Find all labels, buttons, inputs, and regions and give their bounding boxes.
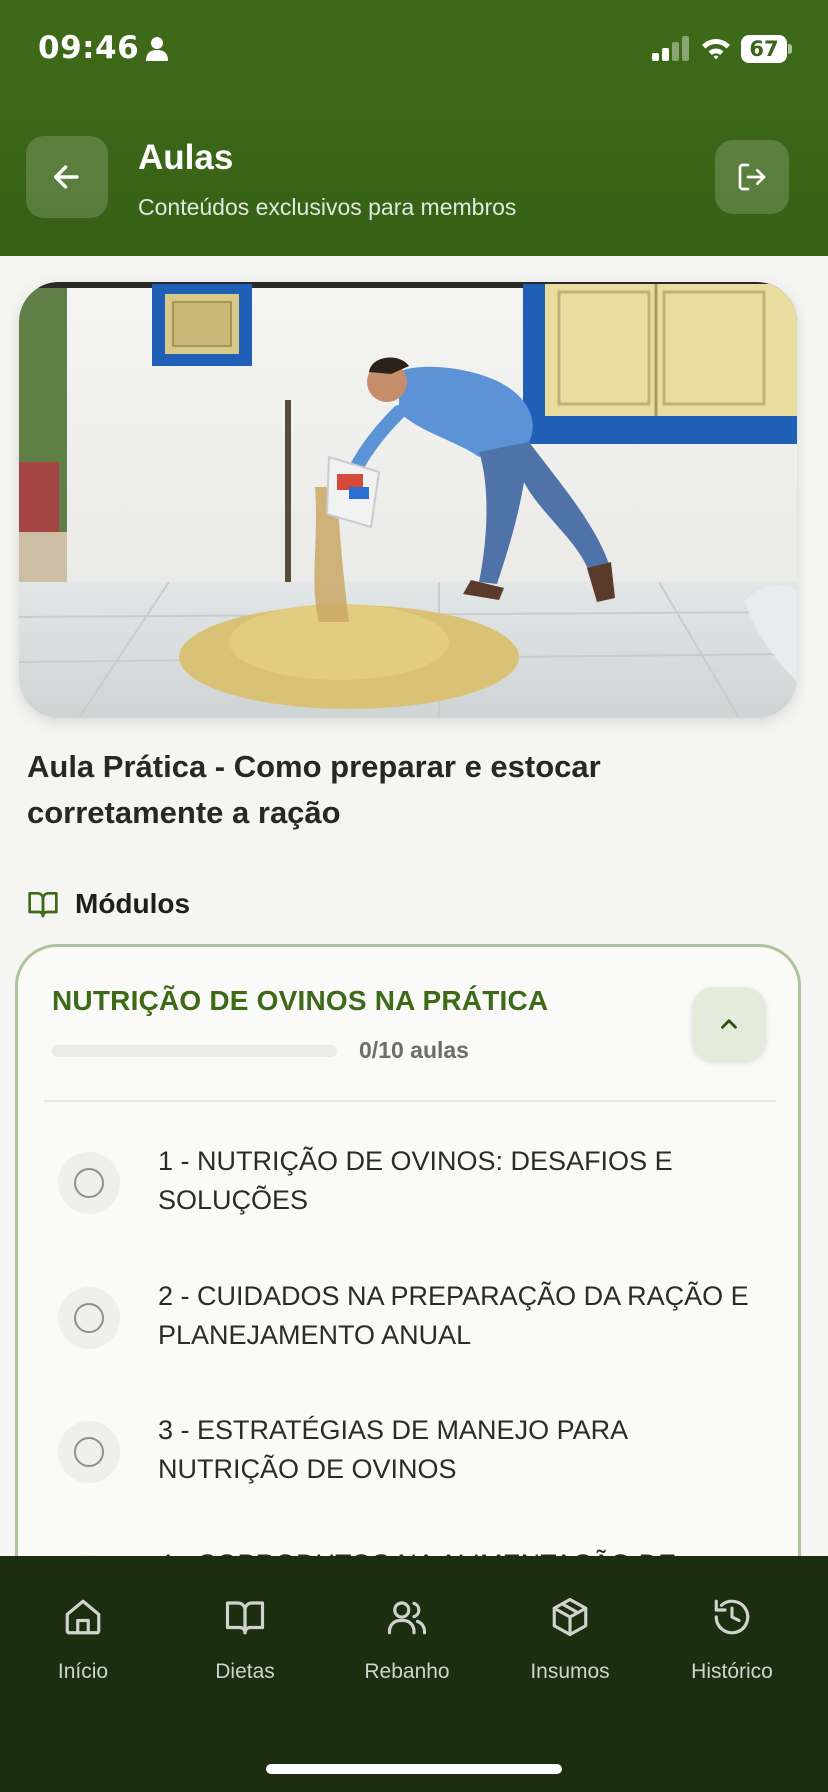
package-icon bbox=[552, 1597, 588, 1637]
collapse-module-button[interactable] bbox=[692, 987, 766, 1061]
lesson-item-label: 1 - NUTRIÇÃO DE OVINOS: DESAFIOS E SOLUÇ… bbox=[158, 1146, 673, 1215]
module-progress-bar bbox=[52, 1045, 337, 1057]
book-icon bbox=[225, 1601, 265, 1635]
lesson-photo bbox=[19, 282, 797, 718]
module-card: NUTRIÇÃO DE OVINOS NA PRÁTICA 0/10 aulas… bbox=[15, 944, 801, 1644]
home-icon bbox=[65, 1599, 101, 1635]
lesson-status-radio[interactable] bbox=[58, 1421, 120, 1483]
nav-item-inicio[interactable]: Início bbox=[8, 1596, 158, 1706]
nav-item-dietas[interactable]: Dietas bbox=[170, 1596, 320, 1706]
back-button[interactable] bbox=[26, 136, 108, 218]
nav-item-rebanho[interactable]: Rebanho bbox=[332, 1596, 482, 1706]
logout-icon bbox=[738, 163, 766, 191]
page-title: Aulas bbox=[138, 138, 234, 177]
nav-label-inicio: Início bbox=[57, 1660, 109, 1683]
page-subtitle: Conteúdos exclusivos para membros bbox=[138, 194, 517, 220]
card-divider bbox=[44, 1100, 776, 1102]
wifi-icon bbox=[702, 39, 730, 60]
status-bar: 09:46 67 bbox=[0, 0, 828, 100]
lesson-item-label: 3 - ESTRATÉGIAS DE MANEJO PARA NUTRIÇÃO … bbox=[158, 1415, 627, 1484]
cellular-signal-icon bbox=[652, 36, 689, 61]
nav-item-insumos[interactable]: Insumos bbox=[495, 1596, 645, 1706]
lesson-title: Aula Prática - Como preparar e estocar c… bbox=[27, 749, 601, 830]
battery-level: 67 bbox=[741, 35, 787, 63]
nav-label-rebanho: Rebanho bbox=[364, 1660, 450, 1683]
chevron-up-icon bbox=[721, 1019, 737, 1029]
lesson-list-item[interactable]: 3 - ESTRATÉGIAS DE MANEJO PARA NUTRIÇÃO … bbox=[58, 1411, 758, 1511]
module-title: NUTRIÇÃO DE OVINOS NA PRÁTICA bbox=[52, 985, 549, 1016]
arrow-left-icon bbox=[53, 165, 79, 189]
app-header: 09:46 67 Aulas Conteúdos exclusivos para… bbox=[0, 0, 828, 256]
nav-label-dietas: Dietas bbox=[215, 1660, 275, 1683]
battery-tip bbox=[788, 44, 792, 54]
person-icon bbox=[146, 37, 168, 61]
lesson-list-item[interactable]: 2 - CUIDADOS NA PREPARAÇÃO DA RAÇÃO E PL… bbox=[58, 1277, 758, 1377]
module-progress-label: 0/10 aulas bbox=[359, 1037, 469, 1063]
lesson-status-radio[interactable] bbox=[58, 1152, 120, 1214]
lesson-status-radio[interactable] bbox=[58, 1287, 120, 1349]
lesson-list-item[interactable]: 1 - NUTRIÇÃO DE OVINOS: DESAFIOS E SOLUÇ… bbox=[58, 1142, 758, 1242]
book-open-icon bbox=[28, 892, 58, 918]
home-indicator bbox=[266, 1764, 562, 1774]
status-time: 09:46 bbox=[38, 30, 140, 66]
modules-heading-label: Módulos bbox=[75, 888, 191, 919]
lesson-item-label: 2 - CUIDADOS NA PREPARAÇÃO DA RAÇÃO E PL… bbox=[158, 1281, 749, 1350]
users-icon bbox=[387, 1601, 427, 1635]
modules-heading: Módulos bbox=[27, 884, 190, 924]
nav-item-historico[interactable]: Histórico bbox=[657, 1596, 807, 1706]
logout-button[interactable] bbox=[715, 140, 789, 214]
bottom-navigation: Início Dietas Rebanho Insumos Histórico bbox=[0, 1556, 828, 1792]
nav-label-historico: Histórico bbox=[691, 1660, 773, 1683]
history-icon bbox=[714, 1599, 750, 1635]
battery-indicator: 67 bbox=[741, 35, 792, 63]
lesson-video-thumbnail[interactable] bbox=[19, 282, 797, 718]
nav-label-insumos: Insumos bbox=[530, 1660, 610, 1683]
